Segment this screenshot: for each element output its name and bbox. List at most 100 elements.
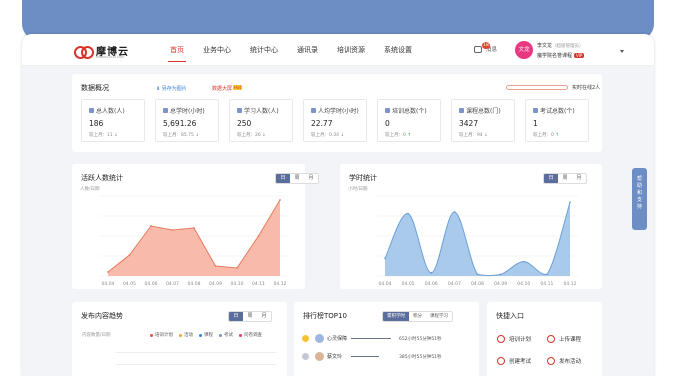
tab-course-study[interactable]: 课程学习: [426, 312, 452, 321]
legend-item[interactable]: 问卷调查: [239, 332, 262, 338]
vip-badge: VIP: [574, 53, 585, 58]
stat-label-text: 总人数(人): [96, 108, 125, 115]
arrow-up-icon: ↑: [407, 133, 412, 138]
stat-card[interactable]: 总学时(小时) 5,691.26 较上月：85.75 ↓: [155, 99, 219, 142]
x-tick-label: 04.09: [494, 281, 507, 287]
quick-publish-activity[interactable]: 发布活动: [547, 357, 581, 365]
data-point: [476, 273, 479, 276]
x-tick-label: 04.10: [517, 281, 530, 287]
tab-points[interactable]: 积分: [409, 312, 426, 321]
nav-contacts[interactable]: 通讯录: [297, 34, 318, 66]
logo[interactable]: 摩博云 MOBOCLOUD.COM: [74, 43, 129, 59]
avatar[interactable]: 文龙: [515, 41, 533, 59]
stat-card[interactable]: 总人数(人) 186 较上月：11 ↓: [81, 99, 145, 142]
quick-entry-title: 快捷入口: [496, 312, 524, 320]
tab-month[interactable]: 月: [257, 312, 271, 321]
x-tick-label: 04.04: [102, 281, 115, 287]
arrow-down-icon: ↓: [114, 133, 118, 138]
stat-compare-text: 较上月：11: [89, 133, 113, 138]
stat-icon: [237, 108, 242, 113]
stat-compare: 较上月：0.34 ↓: [311, 132, 344, 138]
tab-month[interactable]: 月: [304, 174, 318, 183]
legend-dot: [199, 333, 202, 337]
help-support-button[interactable]: 帮助和支持: [632, 168, 647, 230]
stat-card[interactable]: 人均学时(小时) 22.77 较上月：0.34 ↓: [303, 99, 367, 142]
stat-card[interactable]: 课程总数(门) 3427 较上月：94 ↓: [451, 99, 515, 142]
stat-compare: 较上月：0 ↑: [533, 132, 559, 138]
stat-compare-text: 较上月：0: [385, 133, 406, 138]
area-fill: [385, 202, 570, 276]
stat-label: 考试总数(个): [533, 106, 575, 115]
legend-item[interactable]: 考试: [219, 332, 233, 338]
stat-icon: [89, 108, 94, 113]
message-icon: 18: [474, 41, 490, 53]
legend-label: 培训计划: [155, 333, 173, 338]
nav-stats[interactable]: 统计中心: [250, 34, 278, 66]
quick-create-exam[interactable]: 创建考试: [497, 357, 531, 365]
rank-value: 385小时55分钟51秒: [399, 354, 442, 360]
data-point: [236, 267, 238, 269]
stat-icon: [459, 108, 464, 113]
nav-home[interactable]: 首页: [168, 34, 186, 66]
main-nav: 首页 业务中心 统计中心 通讯录 培训资源 系统设置: [168, 34, 431, 66]
data-screen-link[interactable]: 数据大屏 Hot: [212, 85, 243, 92]
active-users-chart: 人数/日期 04.04 04.05 04.06 04.07 04.08 04.09 04.10…: [80, 185, 288, 287]
logo-subtext: MOBOCLOUD.COM: [96, 55, 124, 59]
save-image-link[interactable]: ⬇ 另存为图片: [156, 85, 187, 92]
nav-resources[interactable]: 培训资源: [337, 34, 365, 66]
stat-card[interactable]: 学习人数(人) 250 较上月：26 ↓: [229, 99, 293, 142]
rank-row[interactable]: 蔡文玲 385小时55分钟51秒: [302, 352, 442, 361]
x-tick-label: 04.05: [402, 281, 415, 287]
user-name: 李文龙（超级管理员）: [537, 42, 584, 49]
message-button[interactable]: 18 消息: [474, 41, 497, 53]
stat-label-text: 学习人数(人): [244, 108, 279, 115]
x-tick-label: 04.12: [274, 281, 287, 287]
nav-settings[interactable]: 系统设置: [384, 34, 412, 66]
quick-upload-course[interactable]: 上传课程: [547, 335, 581, 343]
data-point: [150, 225, 152, 227]
x-tick-label: 04.06: [145, 281, 158, 287]
stat-label: 学习人数(人): [237, 106, 279, 115]
legend-item[interactable]: 课程: [199, 332, 213, 338]
nav-business[interactable]: 业务中心: [203, 34, 231, 66]
legend-item[interactable]: 活动: [179, 332, 193, 338]
legend-label: 活动: [184, 333, 193, 338]
flag-icon: [547, 357, 555, 365]
user-role-text: 魔学院名誉课程: [537, 53, 573, 59]
data-point: [171, 229, 174, 231]
save-image-label: 另存为图片: [161, 86, 187, 92]
stat-value: 250: [237, 119, 252, 128]
active-users-card: 活跃人数统计 日 周 月 人数/日期 04.04 04.05 04.06 04.07 04…: [72, 164, 319, 289]
stat-card[interactable]: 培训总数(个) 0 较上月：0 ↑: [377, 99, 441, 142]
tab-day[interactable]: 日: [229, 312, 243, 321]
rank-bar: [351, 337, 391, 340]
content-trend-card: 发布内容趋势 日 周 月 内容数量/日期 培训计划 活动 课程 考试 问卷调查: [72, 302, 287, 376]
data-point: [545, 273, 548, 276]
rank-name: 蔡文玲: [327, 354, 343, 360]
trend-ylabel: 内容数量/日期: [82, 333, 111, 338]
overview-card: 数据概况 ⬇ 另存为图片 数据大屏 Hot 实时在线2人 总人数(人) 186 较…: [72, 74, 602, 152]
user-role: 魔学院名誉课程 VIP: [537, 52, 585, 59]
rank-bar: [351, 355, 379, 358]
stat-card[interactable]: 考试总数(个) 1 较上月：0 ↑: [525, 99, 589, 142]
chevron-down-icon[interactable]: [620, 50, 624, 53]
quick-label: 创建考试: [509, 359, 532, 365]
legend-item[interactable]: 培训计划: [150, 332, 173, 338]
quick-training-plan[interactable]: 培训计划: [497, 335, 531, 343]
rank-row[interactable]: 心灵保障 652小时55分钟51秒: [302, 334, 442, 343]
tab-cumulative-hours[interactable]: 累积学时: [383, 312, 409, 321]
rank-name: 心灵保障: [327, 336, 348, 342]
x-tick-label: 04.08: [471, 281, 484, 287]
tab-week[interactable]: 周: [243, 312, 257, 321]
content-trend-title: 发布内容趋势: [81, 312, 123, 320]
rank-card: 排行榜TOP10 累积学时 积分 课程学习 心灵保障 652小时55分钟51秒 …: [294, 302, 479, 376]
legend-dot: [150, 333, 153, 337]
stat-compare-text: 较上月：0.34: [311, 133, 340, 138]
arrow-down-icon: ↓: [340, 133, 345, 138]
x-tick-label: 04.08: [188, 281, 201, 287]
data-point: [279, 199, 281, 201]
online-bar: [506, 85, 568, 90]
stat-compare: 较上月：0 ↑: [385, 132, 411, 138]
data-point: [453, 211, 456, 213]
stat-label-text: 总学时(小时): [170, 108, 205, 115]
